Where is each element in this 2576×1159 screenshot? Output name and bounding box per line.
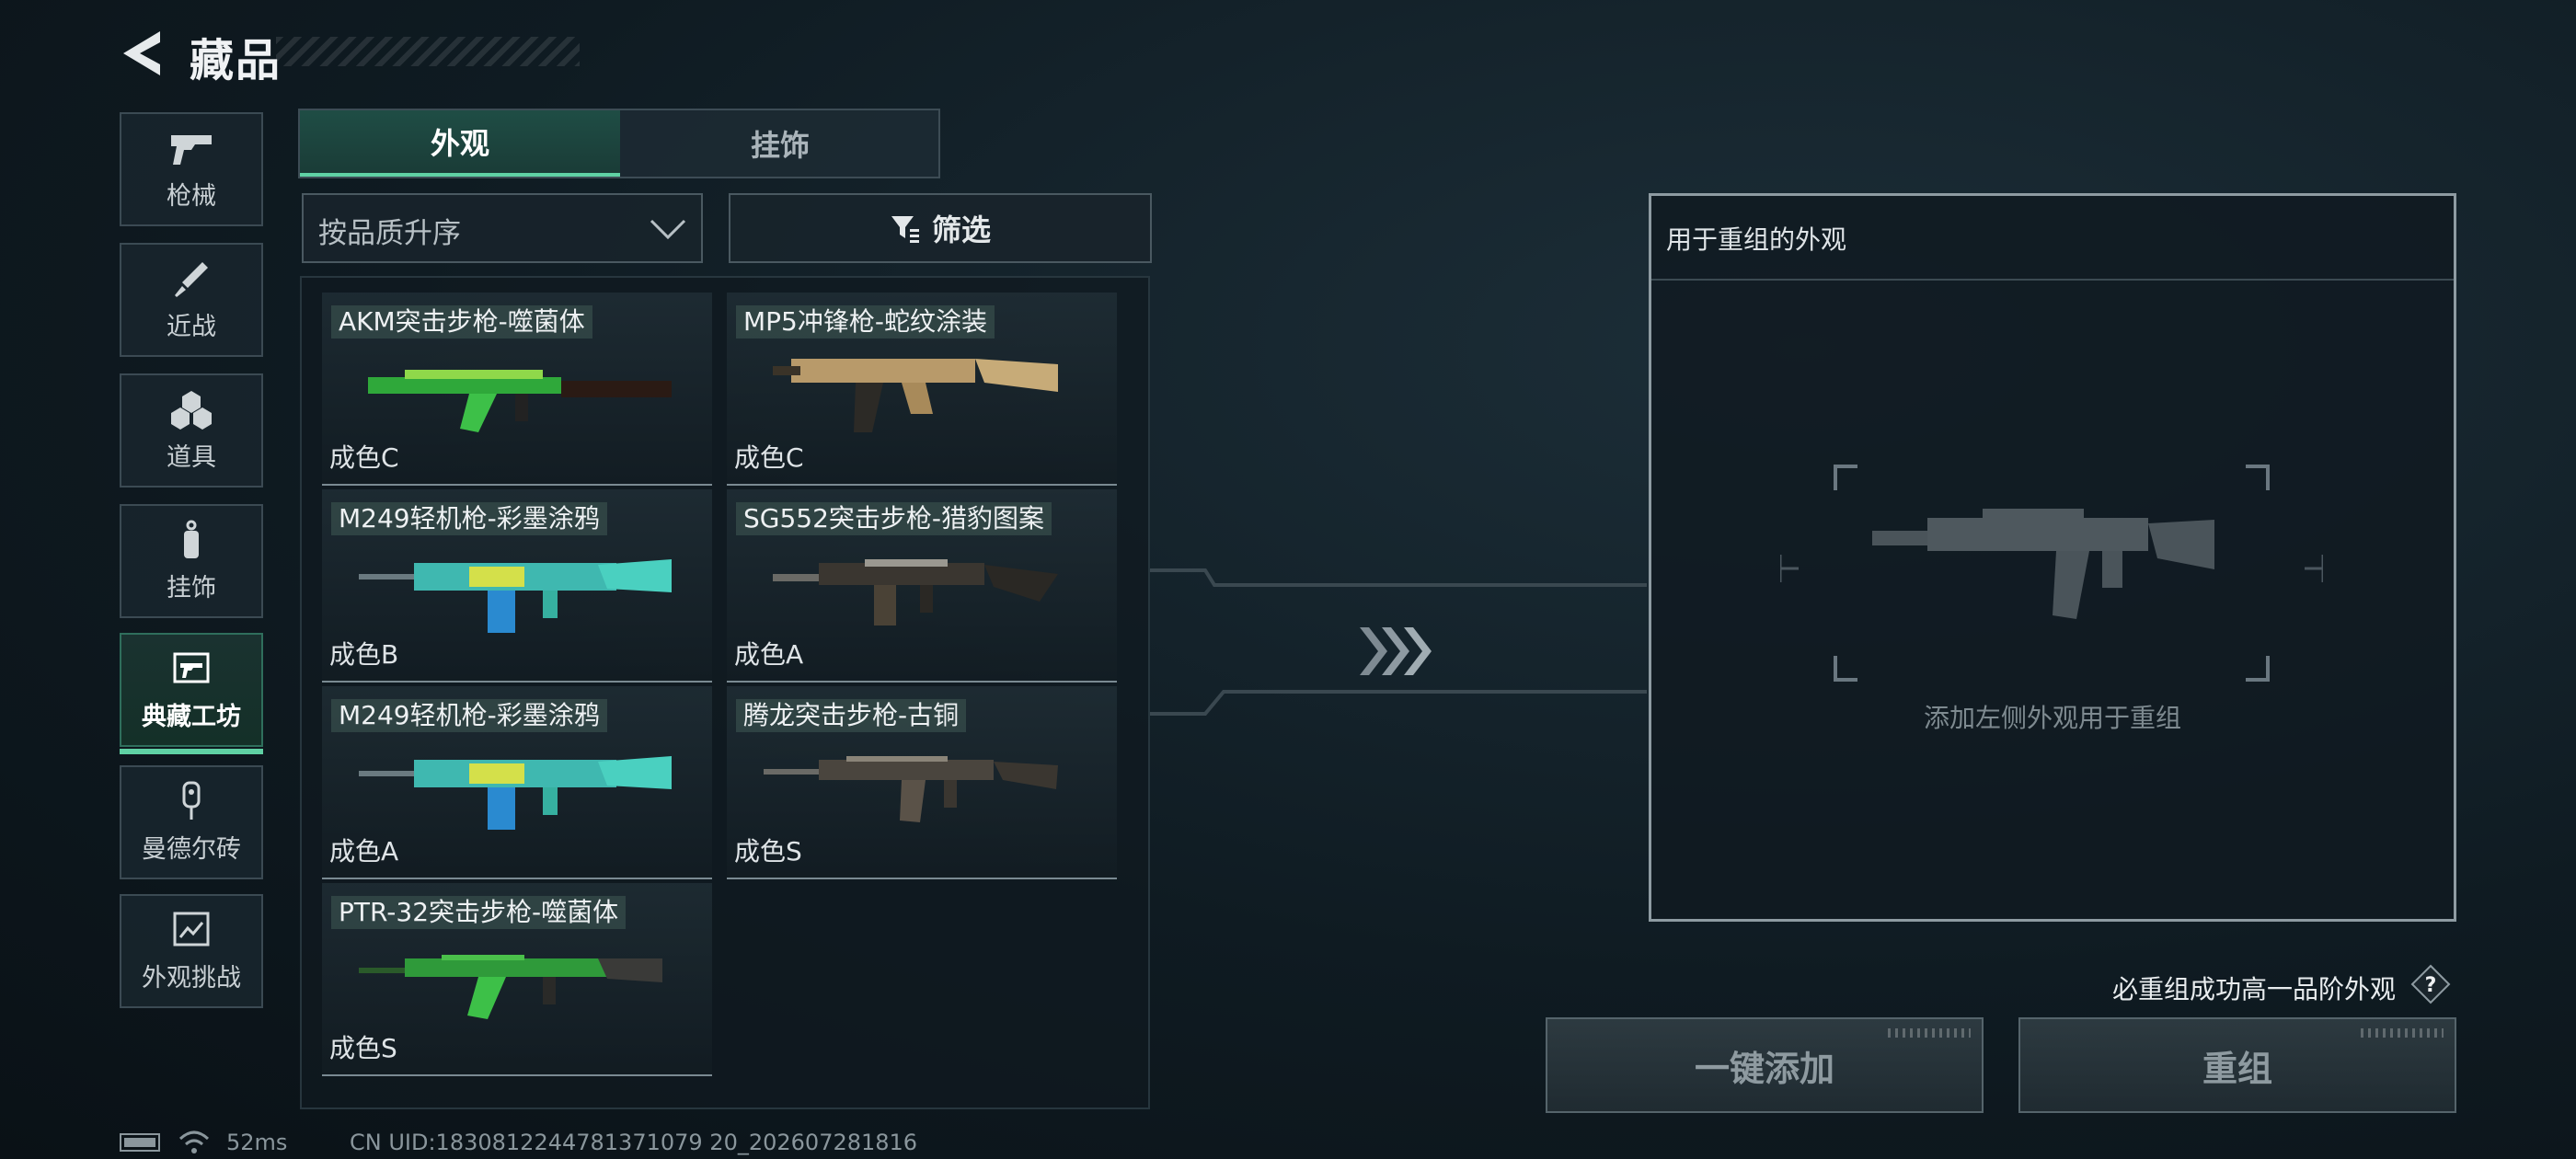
skin-grade: 成色B (329, 639, 399, 670)
skin-name: MP5冲锋枪-蛇纹涂装 (736, 305, 995, 339)
tab-charms[interactable]: 挂饰 (622, 110, 938, 177)
workshop-icon (173, 652, 210, 683)
grenades-icon (171, 390, 212, 430)
skin-grade: 成色C (329, 442, 399, 473)
sidebar-item-label: 外观挑战 (142, 963, 241, 993)
filter-button[interactable]: 筛选 (729, 193, 1152, 263)
challenge-icon (173, 912, 210, 946)
skin-name: AKM突击步枪-噬菌体 (331, 305, 592, 339)
skin-name: M249轻机枪-彩墨涂鸦 (331, 502, 607, 535)
battery-icon (120, 1133, 160, 1152)
knife-icon (175, 261, 208, 297)
rifle-image (773, 559, 1058, 625)
skin-name: 腾龙突击步枪-古铜 (736, 699, 967, 732)
recombine-label: 重组 (2202, 1048, 2272, 1089)
sidebar-item-mandel-brick[interactable]: 曼德尔砖 (120, 765, 263, 879)
chevron-right-icon (1360, 627, 1432, 675)
title-decoration (276, 37, 580, 66)
skin-card-m249-b[interactable]: M249轻机枪-彩墨涂鸦 成色B (322, 489, 712, 683)
sidebar-item-label: 挂饰 (167, 573, 216, 602)
skin-card-tenglong[interactable]: 腾龙突击步枪-古铜 成色S (727, 686, 1117, 879)
skin-name: SG552突击步枪-猎豹图案 (736, 502, 1052, 535)
lmg-image (359, 559, 672, 633)
tab-bar: 外观 挂饰 (298, 109, 940, 178)
filter-icon (891, 216, 919, 243)
sidebar-item-label: 近战 (167, 312, 216, 341)
skin-grade: 成色A (329, 836, 399, 866)
recombine-header: 用于重组的外观 (1651, 196, 2454, 281)
chevron-down-icon (650, 219, 686, 240)
help-icon[interactable]: ? (2410, 964, 2451, 1004)
sort-dropdown[interactable]: 按品质升序 (302, 193, 703, 263)
sidebar-item-label: 典藏工坊 (142, 702, 241, 731)
sidebar-item-skin-challenge[interactable]: 外观挑战 (120, 894, 263, 1008)
brick-icon (182, 781, 201, 820)
recombine-hint: 必重组成功高一品阶外观 (2112, 974, 2397, 1004)
skin-card-akm[interactable]: AKM突击步枪-噬菌体 成色C (322, 293, 712, 486)
placeholder-rifle-icon (1872, 509, 2214, 619)
sidebar-item-workshop[interactable]: 典藏工坊 (120, 633, 263, 754)
sidebar-item-label: 道具 (167, 442, 216, 472)
sidebar-item-label: 曼德尔砖 (142, 834, 241, 864)
charm-icon (184, 520, 199, 558)
rifle-image (359, 955, 662, 1019)
skin-name: M249轻机枪-彩墨涂鸦 (331, 699, 607, 732)
skin-card-sg552[interactable]: SG552突击步枪-猎豹图案 成色A (727, 489, 1117, 683)
skin-grade: 成色S (734, 836, 802, 866)
page-title: 藏品 (190, 35, 282, 86)
skin-card-mp5[interactable]: MP5冲锋枪-蛇纹涂装 成色C (727, 293, 1117, 486)
rifle-image (764, 756, 1058, 822)
tab-appearance[interactable]: 外观 (300, 110, 620, 177)
sidebar-item-guns[interactable]: 枪械 (120, 112, 263, 226)
button-decoration (1888, 1028, 1971, 1038)
recombine-placeholder-text: 添加左侧外观用于重组 (1923, 703, 2181, 733)
back-arrow-icon[interactable] (118, 28, 164, 79)
recombine-panel: 用于重组的外观 添加左侧外观用于重组 (1649, 193, 2456, 922)
recombine-title: 用于重组的外观 (1666, 224, 1847, 255)
skin-card-m249-a[interactable]: M249轻机枪-彩墨涂鸦 成色A (322, 686, 712, 879)
pistol-icon (171, 134, 212, 165)
button-decoration (2361, 1028, 2444, 1038)
skin-grid: AKM突击步枪-噬菌体 成色C MP5冲锋枪-蛇纹涂装 成色C M249轻机枪-… (300, 276, 1150, 1109)
add-all-button[interactable]: 一键添加 (1546, 1017, 1984, 1113)
skin-card-ptr32[interactable]: PTR-32突击步枪-噬菌体 成色S (322, 883, 712, 1076)
recombine-button[interactable]: 重组 (2018, 1017, 2456, 1113)
sort-label: 按品质升序 (318, 217, 461, 250)
sidebar-item-label: 枪械 (167, 181, 216, 211)
sidebar-item-charms[interactable]: 挂饰 (120, 504, 263, 618)
lmg-image (359, 756, 672, 830)
svg-text:?: ? (2425, 974, 2437, 997)
skin-grade: 成色S (329, 1033, 397, 1063)
sidebar-item-items[interactable]: 道具 (120, 373, 263, 488)
uid-text: CN UID:1830812244781371079 20_2026072818… (350, 1130, 918, 1155)
add-all-label: 一键添加 (1694, 1048, 1834, 1089)
rifle-image (368, 370, 672, 432)
skin-grade: 成色A (734, 639, 804, 670)
filter-label: 筛选 (931, 212, 991, 247)
smg-image (773, 359, 1058, 432)
sidebar-item-melee[interactable]: 近战 (120, 243, 263, 357)
skin-grade: 成色C (734, 442, 804, 473)
wifi-icon (178, 1130, 210, 1153)
ping-value: 52ms (226, 1130, 288, 1155)
skin-name: PTR-32突击步枪-噬菌体 (331, 896, 627, 929)
